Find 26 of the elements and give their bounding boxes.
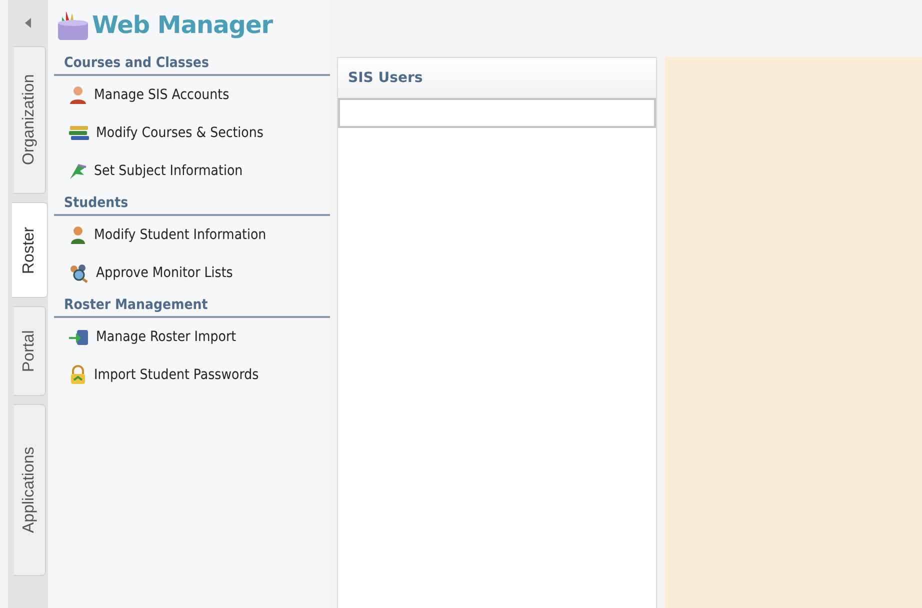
leaf-icon — [68, 161, 88, 181]
menu-item[interactable]: Set Subject Information — [48, 152, 330, 190]
app-title: Web Manager — [92, 11, 273, 39]
menu-item[interactable]: Manage SIS Accounts — [48, 76, 330, 114]
lock-icon — [68, 365, 88, 385]
import-icon — [68, 327, 90, 347]
side-tab[interactable]: Organization — [14, 46, 46, 194]
books-icon — [68, 123, 90, 143]
student-icon — [68, 225, 88, 245]
people-search-icon — [68, 263, 90, 283]
search-field[interactable] — [338, 98, 656, 128]
menu-item[interactable]: Manage Roster Import — [48, 318, 330, 356]
person-icon — [68, 85, 88, 105]
side-tab[interactable]: Roster — [12, 202, 48, 298]
section-title: Roster Management — [64, 297, 208, 313]
side-tab[interactable]: Portal — [14, 306, 46, 396]
section-title: Students — [64, 195, 128, 211]
menu-item[interactable]: Modify Courses & Sections — [48, 114, 330, 152]
menu-item[interactable]: Approve Monitor Lists — [48, 254, 330, 292]
side-tab[interactable]: Applications — [14, 404, 46, 576]
menu-item[interactable]: Import Student Passwords — [48, 356, 330, 394]
menu-item[interactable]: Modify Student Information — [48, 216, 330, 254]
section-title: Courses and Classes — [64, 55, 209, 71]
panel-title: SIS Users — [348, 70, 423, 86]
caret-icon — [25, 18, 31, 28]
logo-icon — [56, 9, 90, 41]
